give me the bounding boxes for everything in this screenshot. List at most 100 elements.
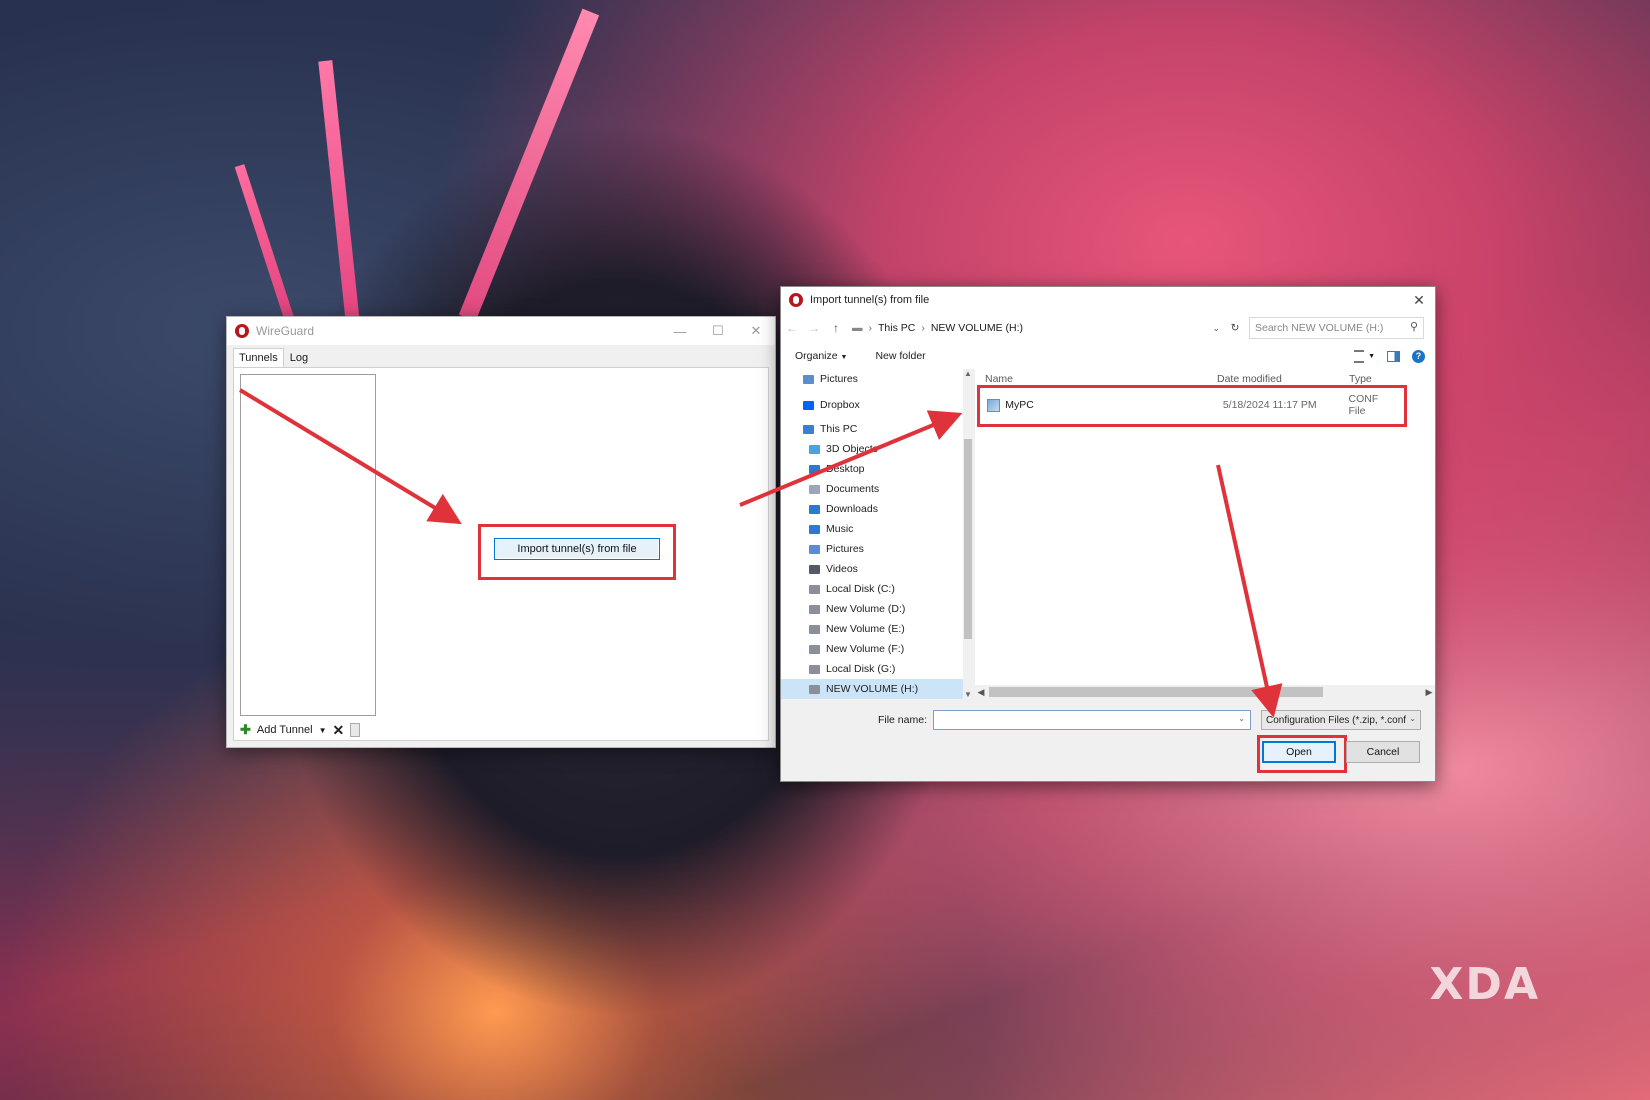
documents-icon xyxy=(809,484,820,494)
nav-item[interactable]: New Volume (D:) xyxy=(781,599,973,619)
export-tunnels-icon[interactable] xyxy=(350,723,361,737)
nav-item-label: Downloads xyxy=(826,503,878,515)
new-folder-button[interactable]: New folder xyxy=(861,350,939,362)
nav-item[interactable]: Downloads xyxy=(781,499,973,519)
nav-item-label: Dropbox xyxy=(820,399,860,411)
wireguard-tabs: Tunnels Log xyxy=(227,345,775,367)
nav-item-label: Local Disk (C:) xyxy=(826,583,895,595)
conf-file-icon xyxy=(987,398,1001,412)
nav-item[interactable]: Dropbox xyxy=(781,395,973,415)
address-bar[interactable]: ▬ › This PC › NEW VOLUME (H:) ⌄ xyxy=(847,317,1225,339)
chevron-down-icon[interactable]: ⌄ xyxy=(1238,714,1245,723)
chevron-down-icon[interactable]: ⌄ xyxy=(1212,323,1224,334)
tab-tunnels[interactable]: Tunnels xyxy=(233,348,284,367)
nav-item[interactable]: New Volume (F:) xyxy=(781,639,973,659)
file-row[interactable]: MyPC 5/18/2024 11:17 PM CONF File xyxy=(983,391,1395,419)
delete-tunnel-icon[interactable]: ✕ xyxy=(332,722,344,739)
dialog-titlebar[interactable]: Import tunnel(s) from file ✕ xyxy=(781,287,1435,313)
forward-arrow-icon[interactable]: → xyxy=(803,321,825,335)
nav-item[interactable]: Local Disk (G:) xyxy=(781,659,973,679)
organize-button[interactable]: Organize ▼ xyxy=(781,350,861,362)
nav-scrollbar-thumb[interactable] xyxy=(964,439,972,639)
import-tunnels-button[interactable]: Import tunnel(s) from file xyxy=(494,538,660,560)
search-icon: ⚲ xyxy=(1409,321,1418,333)
scroll-down-icon[interactable]: ▼ xyxy=(963,690,973,699)
file-name-input[interactable]: ⌄ xyxy=(933,710,1251,730)
column-type[interactable]: Type xyxy=(1349,373,1372,385)
nav-item[interactable]: Music xyxy=(781,519,973,539)
nav-item[interactable]: NEW VOLUME (H:) xyxy=(781,679,973,699)
tunnel-list[interactable] xyxy=(240,374,376,716)
tunnel-toolbar: ✚ Add Tunnel ▼ ✕ xyxy=(240,720,361,740)
search-placeholder: Search NEW VOLUME (H:) xyxy=(1255,322,1384,334)
breadcrumb-this-pc[interactable]: This PC xyxy=(878,322,915,334)
pc-icon xyxy=(803,424,814,434)
column-name[interactable]: Name xyxy=(985,373,1013,385)
cancel-button[interactable]: Cancel xyxy=(1346,741,1420,763)
chevron-down-icon[interactable]: ▼ xyxy=(1368,353,1375,360)
drive-icon xyxy=(809,584,820,594)
desktop-icon xyxy=(809,464,820,474)
nav-item-label: New Volume (E:) xyxy=(826,623,905,635)
up-arrow-icon[interactable]: ↑ xyxy=(825,321,847,335)
nav-scrollbar[interactable]: ▲ ▼ xyxy=(963,369,973,699)
nav-item[interactable]: Pictures xyxy=(781,539,973,559)
nav-item-label: Pictures xyxy=(820,373,858,385)
maximize-icon[interactable]: ☐ xyxy=(699,317,737,345)
nav-item[interactable]: Documents xyxy=(781,479,973,499)
scroll-up-icon[interactable]: ▲ xyxy=(963,369,973,378)
nav-item[interactable]: New Volume (E:) xyxy=(781,619,973,639)
nav-item-label: 3D Objects xyxy=(826,443,878,455)
nav-item[interactable]: Videos xyxy=(781,559,973,579)
scroll-left-icon[interactable]: ◀ xyxy=(975,685,987,699)
nav-item[interactable]: Local Disk (C:) xyxy=(781,579,973,599)
file-type-value: Configuration Files (*.zip, *.conf xyxy=(1266,714,1407,726)
drive-icon xyxy=(809,684,820,694)
preview-pane-icon[interactable] xyxy=(1387,350,1400,362)
nav-item[interactable]: 3D Objects xyxy=(781,439,973,459)
file-list: Name Date modified Type MyPC 5/18/2024 1… xyxy=(975,369,1435,699)
minimize-icon[interactable]: — xyxy=(661,317,699,345)
back-arrow-icon[interactable]: ← xyxy=(781,321,803,335)
scroll-right-icon[interactable]: ▶ xyxy=(1423,685,1435,699)
file-name-label: File name: xyxy=(877,714,927,726)
tunnels-panel: Import tunnel(s) from file ✚ Add Tunnel … xyxy=(233,367,769,741)
organize-label: Organize xyxy=(795,350,838,362)
refresh-icon[interactable]: ↻ xyxy=(1225,322,1245,334)
add-tunnel-icon[interactable]: ✚ xyxy=(240,722,251,738)
hscroll-thumb[interactable] xyxy=(989,687,1323,697)
dialog-title: Import tunnel(s) from file xyxy=(810,294,930,306)
dialog-buttons: Open Cancel xyxy=(1262,741,1420,765)
breadcrumb-current-folder[interactable]: NEW VOLUME (H:) xyxy=(931,322,1023,334)
navigation-pane: Pictures Dropbox This PC 3D Objects Desktop D… xyxy=(781,369,973,699)
breadcrumb-separator-icon: › xyxy=(868,322,873,334)
file-date: 5/18/2024 11:17 PM xyxy=(1222,399,1317,411)
search-input[interactable]: Search NEW VOLUME (H:) ⚲ xyxy=(1249,317,1424,339)
dropbox-icon xyxy=(803,400,814,410)
wireguard-titlebar[interactable]: WireGuard — ☐ ✕ xyxy=(227,317,775,345)
close-icon[interactable]: ✕ xyxy=(737,317,775,345)
open-button[interactable]: Open xyxy=(1262,741,1336,763)
pictures-icon xyxy=(809,544,820,554)
tab-log[interactable]: Log xyxy=(284,348,314,367)
drive-icon: ▬ xyxy=(852,322,863,334)
nav-item[interactable]: This PC xyxy=(781,419,973,439)
3d-objects-icon xyxy=(809,444,820,454)
nav-item[interactable]: Pictures xyxy=(781,369,973,389)
nav-item[interactable]: Desktop xyxy=(781,459,973,479)
drive-icon xyxy=(809,664,820,674)
drive-icon xyxy=(809,624,820,634)
file-list-scrollbar[interactable]: ◀ ▶ xyxy=(975,685,1435,699)
file-type-select[interactable]: Configuration Files (*.zip, *.conf ⌄ xyxy=(1261,710,1421,730)
nav-item-label: Pictures xyxy=(826,543,864,555)
downloads-icon xyxy=(809,504,820,514)
chevron-down-icon[interactable]: ▼ xyxy=(319,726,327,735)
close-icon[interactable]: ✕ xyxy=(1403,287,1435,313)
xda-watermark: XDA xyxy=(1429,959,1540,1010)
change-view-icon[interactable] xyxy=(1354,349,1365,363)
help-icon[interactable]: ? xyxy=(1412,349,1425,363)
nav-item-label: Local Disk (G:) xyxy=(826,663,896,675)
address-bar-row: ← → ↑ ▬ › This PC › NEW VOLUME (H:) ⌄ ↻ … xyxy=(781,313,1435,343)
add-tunnel-button[interactable]: Add Tunnel xyxy=(257,724,313,736)
column-date-modified[interactable]: Date modified xyxy=(1217,373,1282,385)
